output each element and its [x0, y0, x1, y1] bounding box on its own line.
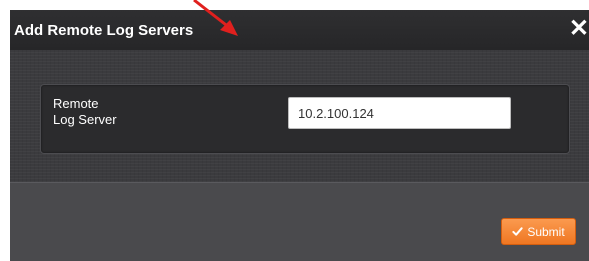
- dialog-body: Remote Log Server: [10, 50, 589, 182]
- dialog-footer: Submit: [10, 182, 589, 261]
- submit-button[interactable]: Submit: [501, 218, 576, 245]
- submit-label: Submit: [527, 224, 565, 239]
- remote-log-server-input[interactable]: [288, 97, 511, 129]
- remote-log-server-label: Remote Log Server: [53, 96, 173, 128]
- add-remote-log-servers-dialog: Add Remote Log Servers ✕ Remote Log Serv…: [10, 10, 589, 261]
- label-line-2: Log Server: [53, 112, 117, 127]
- dialog-titlebar: Add Remote Log Servers ✕: [10, 10, 589, 50]
- close-icon[interactable]: ✕: [569, 17, 589, 41]
- check-icon: [512, 227, 523, 236]
- label-line-1: Remote: [53, 96, 99, 111]
- form-panel: Remote Log Server: [40, 84, 570, 154]
- dialog-title: Add Remote Log Servers: [14, 22, 194, 39]
